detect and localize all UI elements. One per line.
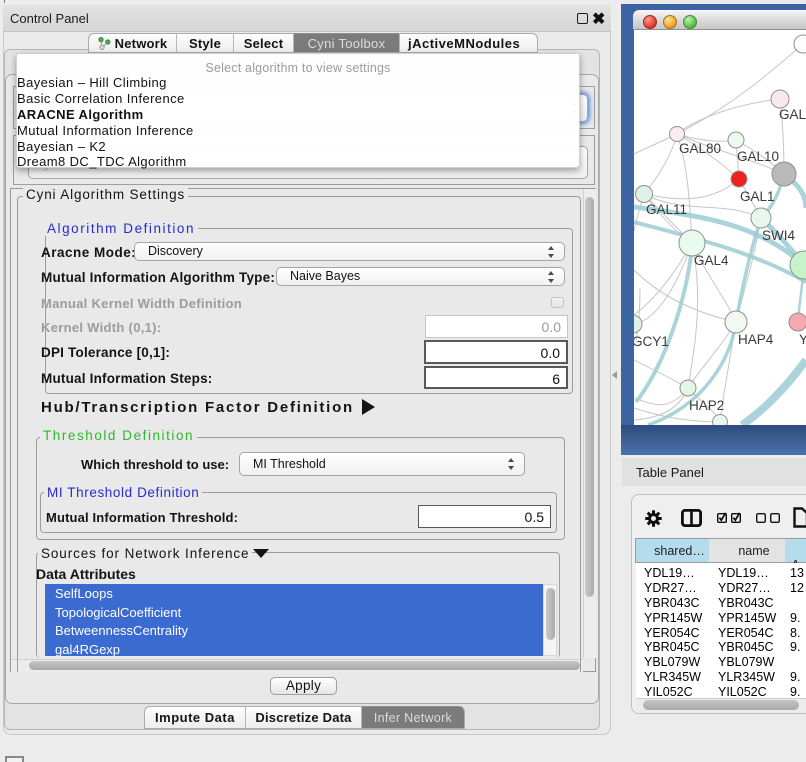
svg-text:Y: Y: [799, 332, 806, 347]
svg-text:GAL1: GAL1: [740, 189, 775, 204]
svg-text:GAL11: GAL11: [646, 202, 687, 217]
svg-text:GCY1: GCY1: [634, 334, 669, 349]
svg-text:GAL80: GAL80: [679, 141, 721, 156]
svg-text:GAL10: GAL10: [737, 149, 779, 164]
svg-text:HAP4: HAP4: [738, 332, 774, 347]
svg-text:SWI4: SWI4: [762, 228, 795, 243]
svg-text:GAL4: GAL4: [694, 253, 729, 268]
svg-text:HAP2: HAP2: [689, 398, 724, 413]
svg-text:GAL: GAL: [779, 107, 806, 122]
